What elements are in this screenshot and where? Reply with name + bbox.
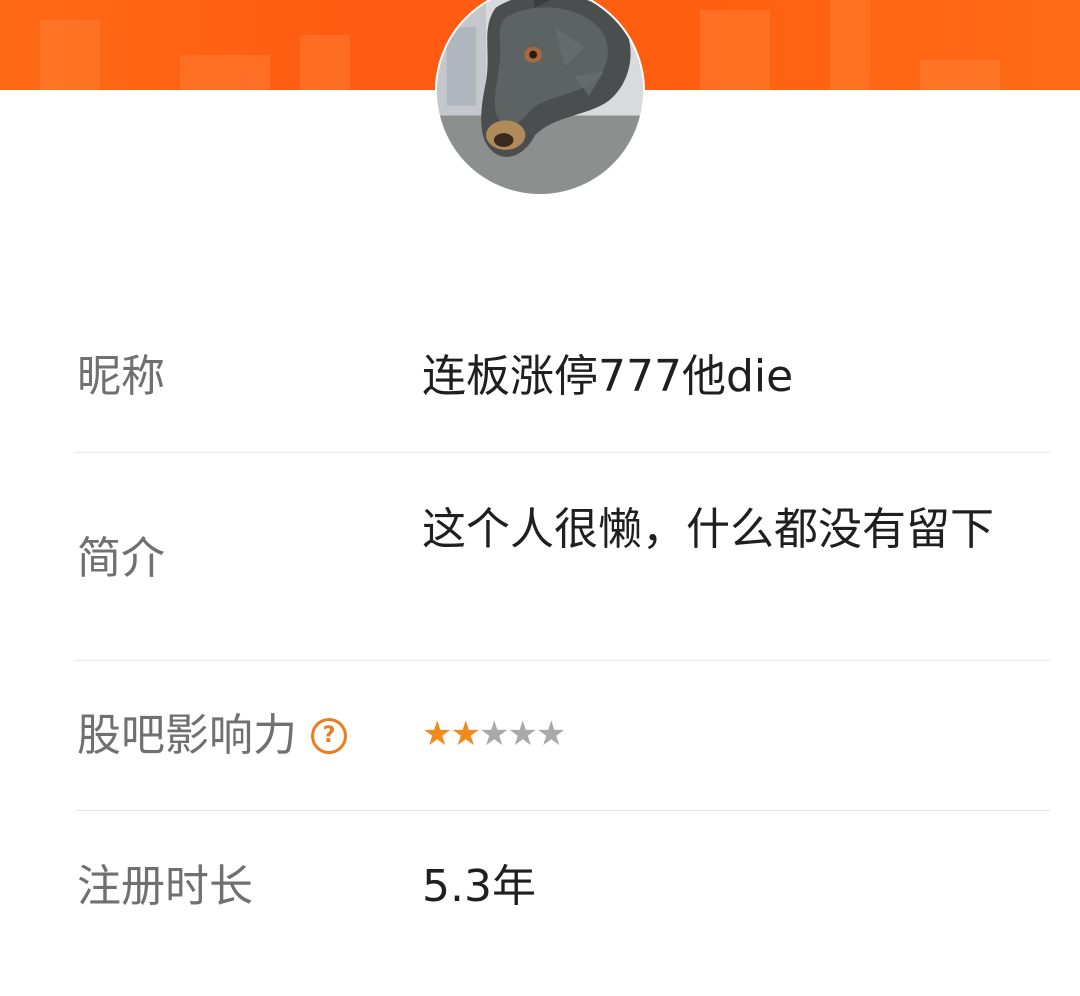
profile-page: 昵称 连板涨停777他die 简介 这个人很懒，什么都没有留下 股吧影响力 ? … [0,0,1080,996]
question-circle-icon[interactable]: ? [311,718,347,754]
star-empty-icon: ★ [507,714,538,754]
bio-value: 这个人很懒，什么都没有留下 [422,504,994,555]
nickname-label: 昵称 [77,351,165,402]
bio-row: 简介 这个人很懒，什么都没有留下 [75,453,1050,661]
star-empty-icon: ★ [535,714,567,754]
bio-label: 简介 [77,533,165,584]
profile-info-list: 昵称 连板涨停777他die 简介 这个人很懒，什么都没有留下 股吧影响力 ? … [75,302,1050,961]
avatar[interactable] [435,0,645,196]
influence-label-group: 股吧影响力 ? [77,714,347,758]
avatar-image [437,0,643,194]
registration-value: 5.3年 [422,861,536,912]
registration-row: 注册时长 5.3年 [75,811,1050,961]
star-filled-icon: ★ [450,714,481,754]
nickname-value: 连板涨停777他die [422,351,794,402]
influence-rating: ★ ★ ★ ★ ★ [422,717,1022,751]
registration-label: 注册时长 [77,861,253,912]
influence-label: 股吧影响力 [77,710,297,761]
influence-row: 股吧影响力 ? ★ ★ ★ ★ ★ [75,661,1050,811]
nickname-row: 昵称 连板涨停777他die [75,302,1050,453]
star-empty-icon: ★ [478,714,510,754]
star-filled-icon: ★ [422,714,453,754]
